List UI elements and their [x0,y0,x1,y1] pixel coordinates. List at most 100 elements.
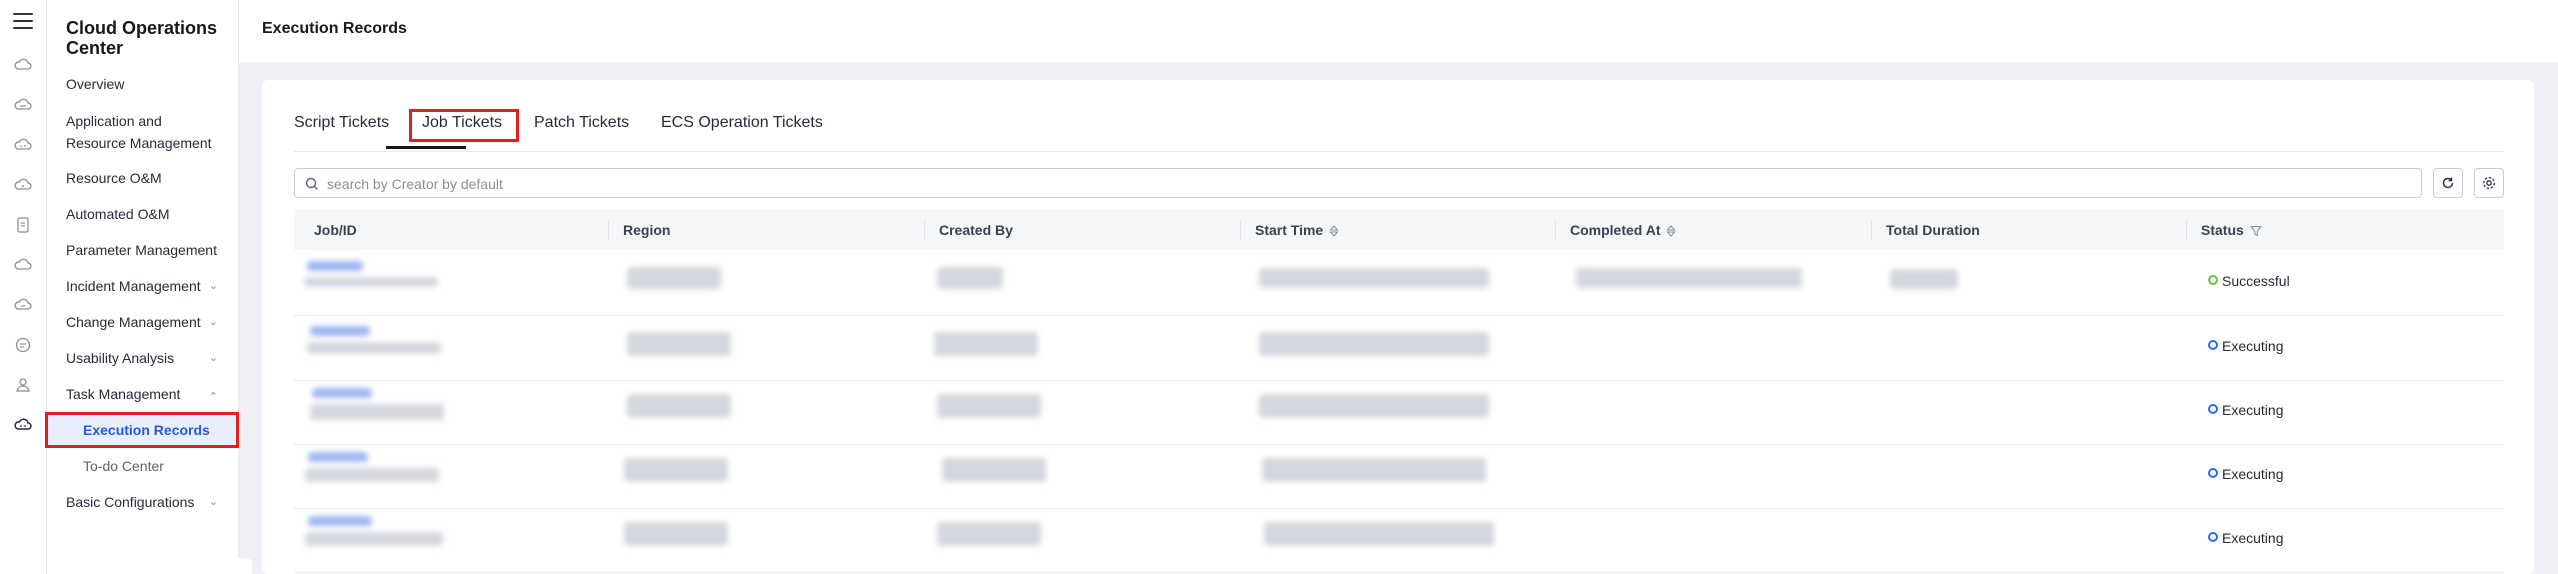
chevron-down-icon: ⌄ [208,352,218,364]
redacted-region [627,332,731,356]
nav-subitem-execution-records[interactable]: Execution Records [83,419,210,441]
redacted-region [624,522,728,546]
table-row[interactable]: Executing [294,380,2504,445]
column-header-status[interactable]: Status [2201,222,2262,238]
sort-icon[interactable] [1329,225,1339,237]
app-title: Cloud Operations Center [66,18,218,58]
nav-item-label: Resource O&M [66,170,162,186]
cloud-server-icon[interactable] [14,96,32,114]
nav-item-label: Incident Management [66,278,201,294]
content-card: Script Tickets Job Tickets Patch Tickets… [262,80,2534,574]
column-header-job-id: Job/ID [314,222,357,238]
refresh-button[interactable] [2433,168,2463,198]
column-divider [924,220,925,240]
sort-icon[interactable] [1666,225,1677,237]
nav-item-change-management[interactable]: Change Management ⌄ [66,311,226,333]
nav-item-application-resource-management[interactable]: Application and Resource Management [66,110,216,154]
table-row[interactable]: Executing [294,444,2504,509]
cloud-icon[interactable] [14,56,32,74]
column-header-start-time[interactable]: Start Time [1255,222,1339,238]
column-divider [1871,220,1872,240]
column-divider [608,220,609,240]
column-header-label: Completed At [1570,222,1661,238]
redacted-job-name-link[interactable] [308,516,372,526]
hamburger-menu-icon[interactable] [13,13,33,29]
nav-item-label: Overview [66,76,125,92]
user-cloud-icon[interactable] [14,376,32,394]
redacted-duration [1890,269,1958,289]
nav-item-parameter-management[interactable]: Parameter Management [66,239,226,261]
page-title: Execution Records [262,20,407,37]
nav-collapse-handle[interactable] [238,558,252,574]
refresh-icon [2442,177,2454,189]
redacted-creator [937,267,1003,289]
status-badge: Executing [2208,338,2283,354]
tab-job-tickets[interactable]: Job Tickets [422,114,502,132]
table-row[interactable]: Successful [294,251,2504,316]
search-box[interactable] [294,168,2422,198]
nav-subitem-todo-center[interactable]: To-do Center [83,455,164,477]
nav-item-task-management[interactable]: Task Management ⌃ [66,383,226,405]
tab-patch-tickets[interactable]: Patch Tickets [534,114,629,132]
cloud-ops-icon[interactable] [14,416,32,434]
redacted-completed-at [1576,268,1802,288]
redacted-job-id [305,468,439,482]
search-icon [305,177,318,190]
redacted-job-name-link[interactable] [307,261,363,271]
gear-icon [2483,177,2495,189]
filter-icon[interactable] [2249,225,2262,237]
column-header-label: Status [2201,222,2244,238]
cloud-dots-icon[interactable] [14,136,32,154]
tab-ecs-operation-tickets[interactable]: ECS Operation Tickets [661,114,823,132]
column-divider [1555,220,1556,240]
status-badge: Executing [2208,466,2283,482]
nav-item-automated-om[interactable]: Automated O&M [66,203,226,225]
cloud-monitor-icon[interactable] [14,176,32,194]
status-dot-icon [2208,468,2218,478]
table-row[interactable]: Executing [294,316,2504,381]
redacted-creator [942,458,1046,482]
nav-item-resource-om[interactable]: Resource O&M [66,167,226,189]
active-tab-indicator [386,146,466,149]
status-dot-icon [2208,340,2218,350]
status-badge: Successful [2208,273,2290,289]
nav-item-incident-management[interactable]: Incident Management ⌄ [66,275,226,297]
column-header-completed-at[interactable]: Completed At [1570,222,1677,238]
chevron-up-icon: ⌃ [208,391,218,403]
nav-item-label: Task Management [66,386,181,402]
document-icon[interactable] [14,216,32,234]
redacted-job-name-link[interactable] [310,326,370,336]
nav-item-basic-configurations[interactable]: Basic Configurations ⌄ [66,491,226,513]
redacted-job-name-link[interactable] [312,388,372,398]
table-row[interactable]: Executing [294,508,2504,573]
chevron-down-icon: ⌄ [208,496,218,508]
nav-item-overview[interactable]: Overview [66,73,226,95]
settings-button[interactable] [2474,168,2504,198]
cloud-settings-icon[interactable] [14,256,32,274]
redacted-creator [937,522,1041,546]
column-divider [1240,220,1241,240]
chevron-down-icon: ⌄ [208,280,218,292]
redacted-region [627,394,731,418]
tab-script-tickets[interactable]: Script Tickets [294,114,389,132]
redacted-job-name-link[interactable] [308,452,368,462]
nav-item-usability-analysis[interactable]: Usability Analysis ⌄ [66,347,226,369]
tabs-divider [294,151,2504,152]
status-dot-icon [2208,532,2218,542]
column-header-total-duration: Total Duration [1886,222,1980,238]
nav-item-label: Automated O&M [66,206,170,222]
redacted-region [627,267,721,289]
nav-item-label: Parameter Management [66,242,217,258]
redacted-start-time [1264,522,1494,546]
column-header-label: Start Time [1255,222,1324,238]
cloud-link-icon[interactable] [14,296,32,314]
redacted-start-time [1262,458,1486,482]
status-dot-icon [2208,275,2218,285]
redacted-creator [934,332,1038,356]
side-navigation: Cloud Operations Center Overview Applica… [47,0,239,574]
chat-icon[interactable] [14,336,32,354]
search-input[interactable] [325,173,2409,195]
status-label: Executing [2222,402,2284,418]
redacted-job-id [310,404,444,420]
column-header-created-by: Created By [939,222,1013,238]
